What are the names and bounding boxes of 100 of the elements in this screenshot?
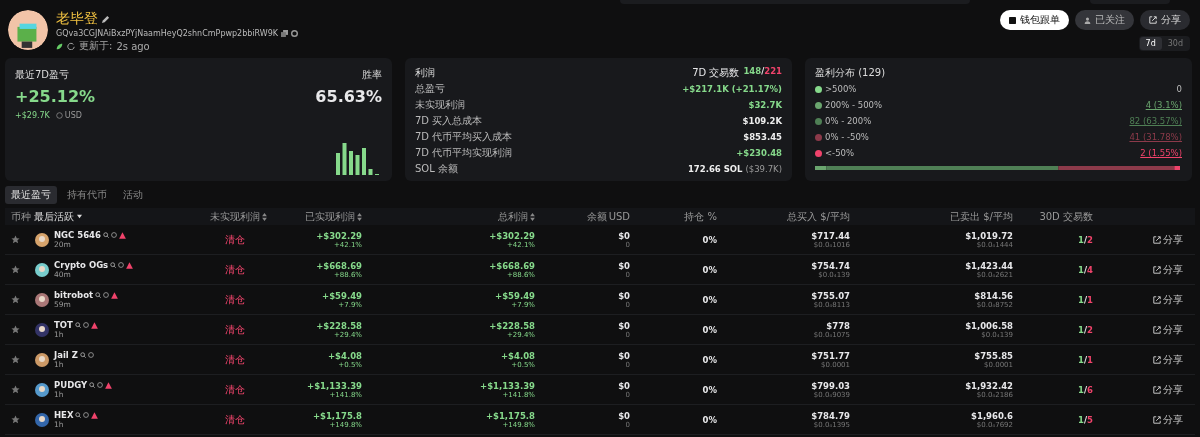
copy-trade-button[interactable]: 钱包跟单 <box>1000 10 1069 30</box>
warning-icon <box>111 291 119 299</box>
token-icon <box>35 262 49 277</box>
table-cell: +$1,175.8 <box>312 410 362 421</box>
trades-label: 7D 交易数 <box>692 65 740 80</box>
avatar <box>8 10 48 50</box>
table-cell: +$228.58 <box>489 320 535 331</box>
table-cell-text: 清仓 <box>224 232 246 247</box>
star-icon[interactable] <box>11 235 20 244</box>
table-cell: +$302.29 <box>316 230 362 241</box>
token-icon <box>35 322 49 337</box>
table-cell-text: 0% <box>701 264 717 275</box>
column-header[interactable]: 最后活跃 <box>34 209 74 224</box>
star-icon[interactable] <box>11 265 20 274</box>
period-tab[interactable]: 30d <box>1161 37 1189 50</box>
trade-count: 2 <box>1087 234 1093 245</box>
search-icon[interactable] <box>102 232 109 238</box>
table-cell: $0 <box>618 320 630 331</box>
trade-count: 4 <box>1087 264 1093 275</box>
table-cell: $754.74 <box>811 260 850 271</box>
tab[interactable]: 活动 <box>117 186 149 204</box>
wallet-icon <box>1009 16 1016 24</box>
trade-count: 5 <box>1087 414 1093 425</box>
share-link[interactable]: 分享 <box>1093 412 1183 427</box>
currency-icon <box>55 112 63 119</box>
share-icon <box>1153 265 1161 274</box>
share-link[interactable]: 分享 <box>1093 352 1183 367</box>
token-icon <box>35 382 49 397</box>
range-count[interactable]: 2 (1.55%) <box>1140 148 1182 158</box>
copy-icon[interactable] <box>281 30 289 37</box>
star-icon[interactable] <box>11 385 20 394</box>
search-icon[interactable] <box>79 352 86 358</box>
wallet-address: GQva3CGJNAiBxzPYjNaamHeyQ2shnCmPpwp2bbiRW9K <box>56 29 279 38</box>
table-cell: $784.79 <box>811 410 850 421</box>
search-icon[interactable] <box>74 322 81 328</box>
stat-value: $32.7K <box>748 100 782 110</box>
star-icon[interactable] <box>11 415 20 424</box>
table-cell: $1,019.72 <box>965 230 1013 241</box>
token-name[interactable]: TOT <box>54 320 73 330</box>
table-cell-text: 0% <box>701 234 717 245</box>
table-cell-text: 0% <box>701 354 717 365</box>
search-icon[interactable] <box>95 292 102 298</box>
share-icon <box>1153 385 1161 394</box>
share-button[interactable]: 分享 <box>1140 10 1190 30</box>
token-name[interactable]: bitrobot <box>54 290 94 300</box>
column-header[interactable]: 总利润 <box>498 209 528 224</box>
star-icon[interactable] <box>11 295 20 304</box>
column-header[interactable]: 未实现利润 <box>210 209 260 224</box>
share-link[interactable]: 分享 <box>1093 262 1183 277</box>
token-name[interactable]: Crypto OGs <box>54 260 109 270</box>
range-count: 0 <box>1176 84 1182 94</box>
warning-icon <box>91 411 99 419</box>
column-header: 30D 交易数 <box>1038 209 1093 224</box>
refresh-icon[interactable] <box>67 42 75 50</box>
share-link[interactable]: 分享 <box>1093 382 1183 397</box>
token-icon <box>35 412 49 427</box>
updated-time: 2s ago <box>116 40 150 52</box>
column-header[interactable]: USD <box>608 211 630 222</box>
tab[interactable]: 最近盈亏 <box>5 186 57 204</box>
range-label: <-50% <box>825 148 855 158</box>
token-name[interactable]: Jail Z <box>54 350 78 360</box>
search-icon[interactable] <box>89 382 96 388</box>
separator: / <box>1083 414 1088 425</box>
token-name[interactable]: HEX <box>54 410 74 420</box>
period-tab[interactable]: 7d <box>1139 37 1162 50</box>
circle-icon[interactable] <box>291 30 299 37</box>
sort-down-icon <box>77 214 82 219</box>
table-cell-text: 0% <box>701 384 717 395</box>
share-link[interactable]: 分享 <box>1093 292 1183 307</box>
search-icon[interactable] <box>110 262 117 268</box>
card-title: 盈利分布 (129) <box>815 65 886 80</box>
separator: / <box>1083 384 1088 395</box>
range-count[interactable]: 82 (63.57%) <box>1129 116 1182 126</box>
edit-icon[interactable] <box>101 14 110 24</box>
star-icon[interactable] <box>11 325 20 334</box>
user-icon <box>1084 16 1091 24</box>
table-cell: $799.03 <box>811 380 850 391</box>
table-cell: $0 <box>618 260 630 271</box>
token-name[interactable]: PUDGY <box>54 380 88 390</box>
star-icon[interactable] <box>11 355 20 364</box>
win-count: 148 <box>743 65 762 78</box>
table-cell-text: 清仓 <box>224 352 246 367</box>
share-link[interactable]: 分享 <box>1093 232 1183 247</box>
column-header[interactable]: 已实现利润 <box>305 209 355 224</box>
circle-icon <box>83 412 90 418</box>
column-header[interactable]: 已卖出 $/平均 <box>850 209 1013 224</box>
table-cell-text: 清仓 <box>224 382 246 397</box>
sort-icon <box>357 212 362 221</box>
column-header[interactable]: 总买入 $/平均 <box>717 209 850 224</box>
range-label: 0% - -50% <box>825 132 869 142</box>
stat-value: +$217.1K (+21.17%) <box>682 84 782 94</box>
range-count[interactable]: 4 (3.1%) <box>1145 100 1182 110</box>
tab[interactable]: 持有代币 <box>61 186 113 204</box>
token-name[interactable]: NGC 5646 <box>54 230 101 240</box>
table-cell: $755.07 <box>811 290 850 301</box>
stat-label: 总盈亏 <box>415 82 445 96</box>
search-icon[interactable] <box>75 412 82 418</box>
win-count: 1 <box>1078 264 1084 275</box>
share-link[interactable]: 分享 <box>1093 322 1183 337</box>
sort-icon <box>530 212 535 221</box>
